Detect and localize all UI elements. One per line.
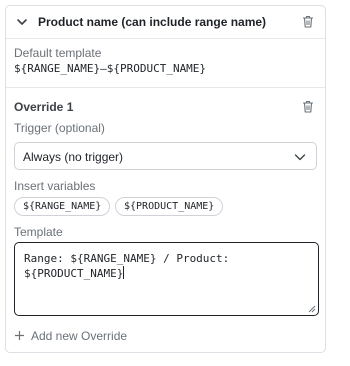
default-template-label: Default template	[14, 46, 102, 60]
template-text: Range: ${RANGE_NAME} / Product: ${PRODUC…	[24, 252, 230, 280]
override-title: Override 1	[14, 100, 74, 114]
divider	[6, 87, 325, 88]
chevron-down-icon[interactable]	[16, 16, 28, 28]
template-textarea[interactable]: Range: ${RANGE_NAME} / Product: ${PRODUC…	[14, 242, 319, 316]
variable-chip-product-name[interactable]: ${PRODUCT_NAME}	[115, 197, 224, 216]
resize-handle-icon[interactable]	[308, 305, 316, 313]
variable-chip-range-name[interactable]: ${RANGE_NAME}	[14, 197, 111, 216]
default-template-value: ${RANGE_NAME}–${PRODUCT_NAME}	[14, 62, 207, 75]
product-name-section: Product name (can include range name) De…	[5, 5, 326, 353]
section-header[interactable]: Product name (can include range name)	[6, 6, 325, 39]
trash-icon[interactable]	[302, 15, 314, 28]
template-textarea-value: Range: ${RANGE_NAME} / Product: ${PRODUC…	[24, 251, 309, 281]
section-title: Product name (can include range name)	[38, 15, 267, 29]
trigger-select[interactable]: Always (no trigger)	[14, 142, 317, 170]
plus-icon	[15, 331, 24, 340]
add-override-label: Add new Override	[31, 329, 128, 343]
chevron-down-icon	[294, 154, 306, 161]
trash-icon[interactable]	[302, 100, 314, 113]
trigger-label: Trigger (optional)	[14, 121, 105, 135]
template-label: Template	[14, 225, 63, 239]
text-caret	[123, 266, 125, 279]
insert-variables-label: Insert variables	[14, 179, 96, 193]
trigger-select-value: Always (no trigger)	[23, 150, 124, 164]
